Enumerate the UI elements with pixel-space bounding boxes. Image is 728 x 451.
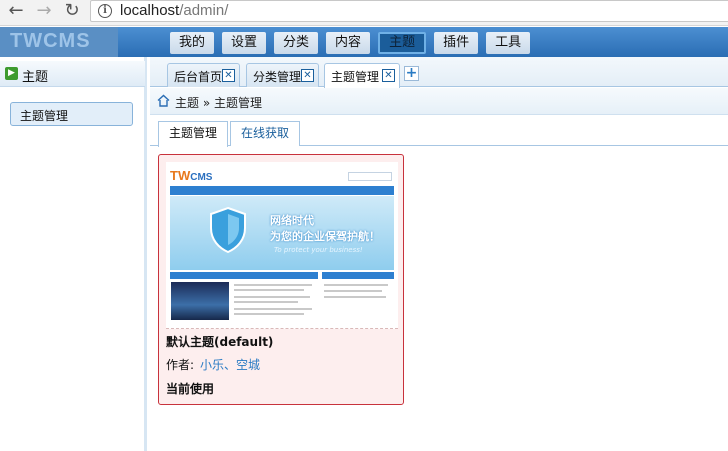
forward-icon[interactable]: → [32,1,56,23]
subtab-bar: 主题管理 在线获取 [150,118,728,147]
tab-theme-manage[interactable]: 主题管理 ✕ [324,63,400,88]
sidebar-item-theme-manage[interactable]: 主题管理 [10,102,133,126]
browser-toolbar: ← → ↻ i localhost/admin/ [0,0,728,26]
topnav-theme[interactable]: 主题 [378,32,427,54]
topnav-settings[interactable]: 设置 [222,32,267,54]
breadcrumb: 主题 » 主题管理 [150,88,728,115]
tab-label: 分类管理 [253,70,302,84]
thumbnail-text-line [324,284,388,286]
close-icon[interactable]: ✕ [222,69,235,82]
sidebar-header: ▶ 主题 [0,61,145,87]
thumbnail-search-box [348,172,392,181]
thumbnail-text-line [324,290,382,292]
thumbnail-section-bar [170,272,318,279]
tab-category-manage[interactable]: 分类管理 ✕ [246,63,319,87]
thumbnail-text-line [234,284,312,286]
thumbnail-text-line [324,296,386,298]
theme-card[interactable]: TWCMS 网络时代 为您的企业保驾护航！ To protect your bu… [158,154,404,405]
back-icon[interactable]: ← [4,1,28,23]
tab-strip: 后台首页 ✕ 分类管理 ✕ 主题管理 ✕ + [150,57,728,88]
thumbnail-slogan-1: 网络时代 [270,214,314,227]
thumbnail-text-line [234,308,312,310]
url-text: localhost/admin/ [120,2,229,19]
reload-icon[interactable]: ↻ [60,1,84,23]
thumbnail-text-line [234,289,304,291]
info-icon[interactable]: i [98,4,112,18]
topnav-mine[interactable]: 我的 [170,32,215,54]
topnav-content[interactable]: 内容 [326,32,371,54]
expand-arrow-icon[interactable]: ▶ [5,67,18,80]
topnav-category[interactable]: 分类 [274,32,319,54]
subtab-theme-manage[interactable]: 主题管理 [158,121,229,147]
thumbnail-photo [171,282,229,320]
top-nav: 我的 设置 分类 内容 主题 插件 工具 [170,32,531,54]
app-header: TWCMS 我的 设置 分类 内容 主题 插件 工具 [0,27,728,57]
sidebar-title: 主题 [22,70,49,85]
close-icon[interactable]: ✕ [301,69,314,82]
breadcrumb-text: 主题 » 主题管理 [175,96,262,110]
shield-icon [210,206,246,254]
theme-author-label: 作者: [166,358,195,372]
theme-status: 当前使用 [166,382,215,396]
theme-name: 默认主题(default) [166,335,274,349]
theme-thumbnail[interactable]: TWCMS 网络时代 为您的企业保驾护航！ To protect your bu… [166,162,398,329]
topnav-plugins[interactable]: 插件 [434,32,479,54]
thumbnail-section-bar [322,272,394,279]
address-bar[interactable]: i localhost/admin/ [90,0,728,22]
thumbnail-slogan-en: To protect your business! [274,246,363,254]
thumbnail-slogan-2: 为您的企业保驾护航！ [270,230,380,243]
tab-label: 后台首页 [174,70,223,84]
thumbnail-nav-bar [170,186,394,195]
topnav-tools[interactable]: 工具 [486,32,531,54]
home-icon[interactable] [157,94,170,107]
thumbnail-text-line [234,301,298,303]
close-icon[interactable]: ✕ [382,69,395,82]
theme-author-link[interactable]: 小乐、空城 [200,356,260,373]
logo-text: TWCMS [10,30,91,52]
thumbnail-text-line [234,313,304,315]
subtab-online-get[interactable]: 在线获取 [230,121,301,146]
add-tab-icon[interactable]: + [404,66,419,81]
tab-dashboard[interactable]: 后台首页 ✕ [167,63,240,87]
thumbnail-text-line [234,296,310,298]
sidebar: ▶ 主题 主题管理 [0,57,147,451]
logo: TWCMS [0,27,118,57]
sidebar-item-label: 主题管理 [20,109,69,123]
thumbnail-logo: TWCMS [170,168,213,183]
thumbnail-banner: 网络时代 为您的企业保驾护航！ To protect your business… [170,196,394,270]
tab-label: 主题管理 [331,70,380,84]
